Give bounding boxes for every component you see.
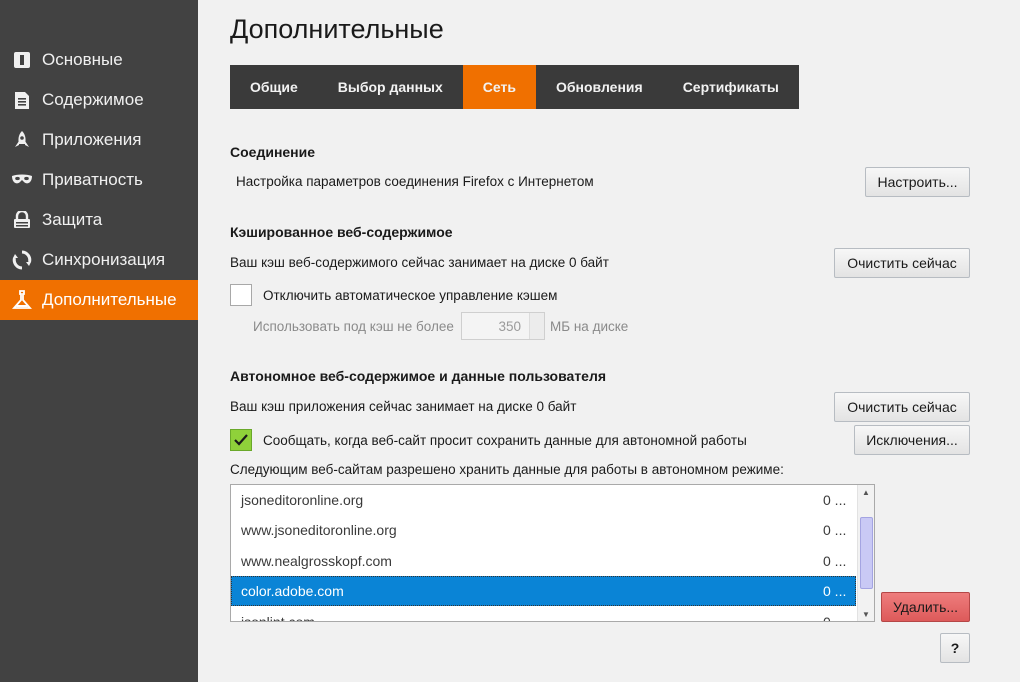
stepper-arrows[interactable] <box>529 313 544 339</box>
connection-description: Настройка параметров соединения Firefox … <box>236 174 594 189</box>
sidebar-item-label: Синхронизация <box>42 250 166 269</box>
site-usage: 0 ... <box>823 492 847 508</box>
tab-data-choices[interactable]: Выбор данных <box>318 65 463 109</box>
offline-description: Ваш кэш приложения сейчас занимает на ди… <box>230 399 577 414</box>
content-icon <box>11 89 33 111</box>
scroll-thumb[interactable] <box>860 517 873 589</box>
site-usage: 0 ... <box>823 553 847 569</box>
list-item[interactable]: www.jsoneditoronline.org 0 ... <box>231 515 856 545</box>
exceptions-button[interactable]: Исключения... <box>854 425 970 455</box>
sync-icon <box>11 249 33 271</box>
security-lock-icon <box>11 209 33 231</box>
scroll-down-icon[interactable]: ▼ <box>858 607 874 621</box>
clear-offline-button[interactable]: Очистить сейчас <box>834 392 970 422</box>
notify-offline-checkbox[interactable] <box>230 429 252 451</box>
cache-limit-suffix: МБ на диске <box>550 319 629 334</box>
privacy-mask-icon <box>11 169 33 191</box>
offline-sites-list[interactable]: jsoneditoronline.org 0 ... www.jsonedito… <box>230 484 875 622</box>
list-item-selected[interactable]: color.adobe.com 0 ... <box>231 576 856 606</box>
checkmark-icon <box>234 434 248 446</box>
sidebar-item-label: Основные <box>42 50 123 69</box>
sidebar-item-label: Приватность <box>42 170 143 189</box>
delete-site-button[interactable]: Удалить... <box>881 592 970 622</box>
connection-section-title: Соединение <box>230 144 316 160</box>
connection-settings-button[interactable]: Настроить... <box>865 167 970 197</box>
override-cache-label: Отключить автоматическое управление кэше… <box>263 288 558 303</box>
help-button[interactable]: ? <box>940 633 970 663</box>
site-name: www.jsoneditoronline.org <box>241 522 397 538</box>
offline-section-title: Автономное веб-содержимое и данные польз… <box>230 368 607 384</box>
sidebar-item-applications[interactable]: Приложения <box>0 120 198 160</box>
site-name: jsoneditoronline.org <box>241 492 364 508</box>
main-panel: Дополнительные Общие Выбор данных Сеть О… <box>198 0 1020 682</box>
tab-certificates[interactable]: Сертификаты <box>663 65 799 109</box>
site-usage: 0 ... <box>823 522 847 538</box>
site-name: jsonlint.com <box>241 614 315 622</box>
list-scrollbar[interactable]: ▲ ▼ <box>857 485 874 621</box>
sidebar-item-label: Защита <box>42 210 103 229</box>
sidebar-item-sync[interactable]: Синхронизация <box>0 240 198 280</box>
clear-cache-button[interactable]: Очистить сейчас <box>834 248 970 278</box>
sidebar: Основные Содержимое Приложения Приватнос… <box>0 0 198 682</box>
sidebar-item-advanced[interactable]: Дополнительные <box>0 280 198 320</box>
site-name: color.adobe.com <box>241 583 344 599</box>
tab-general[interactable]: Общие <box>230 65 318 109</box>
scroll-up-icon[interactable]: ▲ <box>858 485 874 499</box>
page-title: Дополнительные <box>230 14 444 44</box>
general-icon <box>11 49 33 71</box>
list-item[interactable]: www.nealgrosskopf.com 0 ... <box>231 546 856 576</box>
advanced-icon <box>11 289 33 311</box>
sidebar-item-general[interactable]: Основные <box>0 40 198 80</box>
site-usage: 0 ... <box>823 583 847 599</box>
applications-icon <box>11 129 33 151</box>
cache-limit-prefix: Использовать под кэш не более <box>253 319 454 334</box>
cache-size-stepper[interactable]: 350 <box>461 312 545 340</box>
site-usage: 0 ... <box>823 614 847 622</box>
list-item[interactable]: jsonlint.com 0 ... <box>231 607 856 622</box>
sidebar-item-security[interactable]: Защита <box>0 200 198 240</box>
list-item[interactable]: jsoneditoronline.org 0 ... <box>231 485 856 515</box>
sidebar-item-label: Содержимое <box>42 90 144 109</box>
sidebar-item-content[interactable]: Содержимое <box>0 80 198 120</box>
offline-list-caption: Следующим веб-сайтам разрешено хранить д… <box>230 462 784 477</box>
tab-network[interactable]: Сеть <box>462 65 536 109</box>
cache-section-title: Кэшированное веб-содержимое <box>230 224 453 240</box>
tab-bar: Общие Выбор данных Сеть Обновления Серти… <box>230 65 799 109</box>
sidebar-item-privacy[interactable]: Приватность <box>0 160 198 200</box>
cache-size-value: 350 <box>498 318 521 334</box>
sidebar-item-label: Приложения <box>42 130 142 149</box>
sidebar-item-label: Дополнительные <box>42 290 177 309</box>
site-name: www.nealgrosskopf.com <box>241 553 392 569</box>
notify-offline-label: Сообщать, когда веб-сайт просит сохранит… <box>263 433 747 448</box>
tab-update[interactable]: Обновления <box>536 65 663 109</box>
cache-description: Ваш кэш веб-содержимого сейчас занимает … <box>230 255 609 270</box>
override-cache-checkbox[interactable] <box>230 284 252 306</box>
